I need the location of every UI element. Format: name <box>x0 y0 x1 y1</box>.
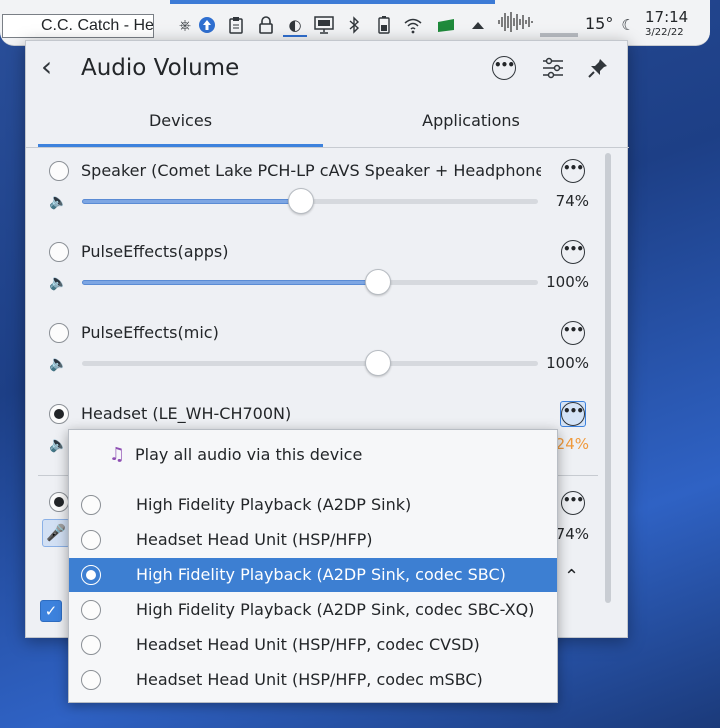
network-icon[interactable] <box>436 14 456 36</box>
volume-percent: 100% <box>546 354 589 372</box>
profile-radio[interactable] <box>81 530 101 550</box>
play-all-audio-item[interactable]: ♫ Play all audio via this device <box>69 442 557 468</box>
battery-icon[interactable] <box>374 14 394 36</box>
slider-fill <box>82 199 302 204</box>
volume-slider[interactable] <box>82 188 538 214</box>
temperature-label[interactable]: 15° <box>585 13 613 35</box>
profile-label: Headset Head Unit (HSP/HFP) <box>136 530 373 549</box>
music-note-icon: ♫ <box>109 444 126 465</box>
profile-radio[interactable] <box>81 600 101 620</box>
wifi-icon[interactable] <box>403 14 423 36</box>
taskbar-window-title[interactable]: C.C. Catch - Heartbreak Hotel <box>2 14 154 38</box>
speaker-icon[interactable]: 🔈 <box>49 192 68 210</box>
profile-menu-item[interactable]: High Fidelity Playback (A2DP Sink, codec… <box>69 558 557 592</box>
profile-menu-item[interactable]: High Fidelity Playback (A2DP Sink, codec… <box>69 593 557 627</box>
profile-label: Headset Head Unit (HSP/HFP, codec CVSD) <box>136 635 480 654</box>
clock-time[interactable]: 17:14 <box>645 8 688 26</box>
device-row: PulseEffects(apps) ••• 🔈 100% <box>26 239 601 321</box>
device-default-radio[interactable] <box>49 323 69 343</box>
profile-radio[interactable] <box>81 670 101 690</box>
device-options-icon[interactable]: ••• <box>560 320 586 346</box>
slider-handle[interactable] <box>288 188 315 214</box>
chevron-up-icon[interactable]: ⌃ <box>564 567 579 587</box>
arrow-up-icon[interactable] <box>468 14 488 36</box>
bottom-checkbox[interactable]: ✓ <box>40 600 62 622</box>
scrollbar[interactable] <box>605 153 611 603</box>
profile-menu-item[interactable]: Headset Head Unit (HSP/HFP, codec mSBC) <box>69 663 557 697</box>
update-icon[interactable] <box>197 14 217 36</box>
active-indicator <box>170 0 495 4</box>
device-name: Headset (LE_WH-CH700N) <box>81 404 292 423</box>
device-options-icon[interactable]: ••• <box>560 401 586 427</box>
pin-icon[interactable] <box>584 54 612 82</box>
device-row: Speaker (Comet Lake PCH-LP cAVS Speaker … <box>26 158 601 240</box>
device-default-radio[interactable] <box>49 242 69 262</box>
profile-radio[interactable] <box>81 635 101 655</box>
popup-title: Audio Volume <box>81 55 240 81</box>
device-options-icon[interactable]: ••• <box>560 158 586 184</box>
device-default-radio[interactable] <box>49 161 69 181</box>
device-options-icon[interactable]: ••• <box>560 239 586 265</box>
tray-active-indicator <box>283 35 307 37</box>
bluetooth-icon[interactable] <box>344 14 364 36</box>
volume-slider[interactable] <box>82 269 538 295</box>
profile-radio[interactable] <box>81 495 101 515</box>
device-name: Speaker (Comet Lake PCH-LP cAVS Speaker … <box>81 161 541 180</box>
lock-icon[interactable] <box>256 14 276 36</box>
weather-moon-icon[interactable]: ☾ <box>618 14 638 36</box>
slider-fill <box>82 280 379 285</box>
volume-percent: 74% <box>555 192 589 210</box>
clipboard-icon[interactable] <box>226 14 246 36</box>
source-default-radio[interactable] <box>49 492 69 512</box>
speaker-icon[interactable]: 🔈 <box>49 273 68 291</box>
profile-label: High Fidelity Playback (A2DP Sink) <box>136 495 412 514</box>
configure-sliders-icon[interactable] <box>539 54 567 82</box>
device-name: PulseEffects(mic) <box>81 323 219 342</box>
back-icon[interactable]: ‹ <box>41 51 52 83</box>
audio-icon[interactable]: ◐ <box>285 14 305 36</box>
device-default-radio[interactable] <box>49 404 69 424</box>
device-name: PulseEffects(apps) <box>81 242 229 261</box>
profile-label: High Fidelity Playback (A2DP Sink, codec… <box>136 600 535 619</box>
slider-handle[interactable] <box>365 350 392 376</box>
more-options-icon[interactable]: ••• <box>490 54 518 82</box>
profile-menu-item[interactable]: Headset Head Unit (HSP/HFP) <box>69 523 557 557</box>
slider-handle[interactable] <box>365 269 392 295</box>
play-all-audio-label: Play all audio via this device <box>135 445 363 464</box>
slider-track <box>82 361 538 366</box>
profile-menu-item[interactable]: High Fidelity Playback (A2DP Sink) <box>69 488 557 522</box>
volume-slider[interactable] <box>82 350 538 376</box>
volume-percent: 100% <box>546 273 589 291</box>
speaker-icon[interactable]: 🔈 <box>49 354 68 372</box>
tab-applications[interactable]: Applications <box>326 103 616 147</box>
kdeconnect-icon[interactable]: ⎈ <box>175 14 195 36</box>
profile-menu-item[interactable]: Headset Head Unit (HSP/HFP, codec CVSD) <box>69 628 557 662</box>
profile-label: High Fidelity Playback (A2DP Sink, codec… <box>136 565 506 584</box>
tab-devices[interactable]: Devices <box>38 103 323 147</box>
media-progress-indicator <box>540 33 578 37</box>
clock-date[interactable]: 3/22/22 <box>645 27 684 39</box>
profile-radio[interactable] <box>81 565 101 585</box>
tab-divider <box>26 147 629 148</box>
microphone-icon[interactable]: 🎤 <box>42 519 70 547</box>
device-options-menu: ♫ Play all audio via this device High Fi… <box>68 429 558 703</box>
source-options-icon[interactable]: ••• <box>560 490 586 516</box>
speaker-icon[interactable]: 🔈 <box>49 435 68 453</box>
device-row: PulseEffects(mic) ••• 🔈 100% <box>26 320 601 402</box>
audio-visualizer-icon <box>498 12 533 32</box>
profile-label: Headset Head Unit (HSP/HFP, codec mSBC) <box>136 670 483 689</box>
display-icon[interactable] <box>314 14 334 36</box>
